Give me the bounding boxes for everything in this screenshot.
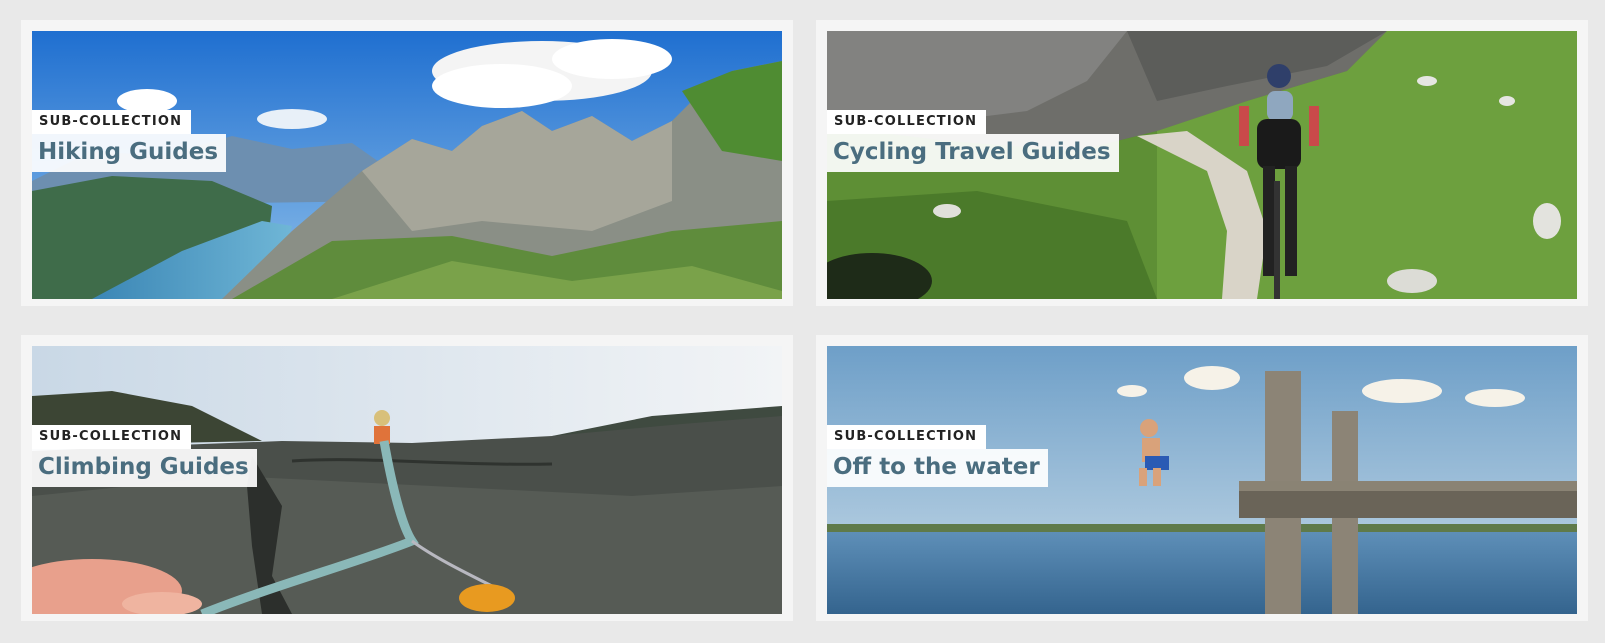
- card-climbing-guides[interactable]: SUB-COLLECTION Climbing Guides: [21, 335, 793, 621]
- sub-collection-kicker: SUB-COLLECTION: [827, 425, 987, 449]
- card-image-frame: SUB-COLLECTION Cycling Travel Guides: [827, 31, 1577, 299]
- card-label: SUB-COLLECTION Cycling Travel Guides: [827, 110, 1119, 172]
- card-label: SUB-COLLECTION Off to the water: [827, 425, 1048, 487]
- card-off-to-the-water[interactable]: SUB-COLLECTION Off to the water: [816, 335, 1588, 621]
- card-hiking-guides[interactable]: SUB-COLLECTION Hiking Guides: [21, 20, 793, 306]
- card-title[interactable]: Off to the water: [827, 449, 1048, 487]
- card-title[interactable]: Cycling Travel Guides: [827, 134, 1119, 172]
- card-title[interactable]: Climbing Guides: [32, 449, 257, 487]
- sub-collection-kicker: SUB-COLLECTION: [32, 425, 192, 449]
- card-image-frame: SUB-COLLECTION Off to the water: [827, 346, 1577, 614]
- sub-collection-kicker: SUB-COLLECTION: [32, 110, 192, 134]
- card-image-frame: SUB-COLLECTION Climbing Guides: [32, 346, 782, 614]
- sub-collection-kicker: SUB-COLLECTION: [827, 110, 987, 134]
- card-label: SUB-COLLECTION Hiking Guides: [32, 110, 227, 172]
- card-cycling-travel-guides[interactable]: SUB-COLLECTION Cycling Travel Guides: [816, 20, 1588, 306]
- card-label: SUB-COLLECTION Climbing Guides: [32, 425, 257, 487]
- sub-collection-grid: SUB-COLLECTION Hiking Guides SUB-COLLECT…: [0, 0, 1605, 643]
- card-image-frame: SUB-COLLECTION Hiking Guides: [32, 31, 782, 299]
- card-title[interactable]: Hiking Guides: [32, 134, 227, 172]
